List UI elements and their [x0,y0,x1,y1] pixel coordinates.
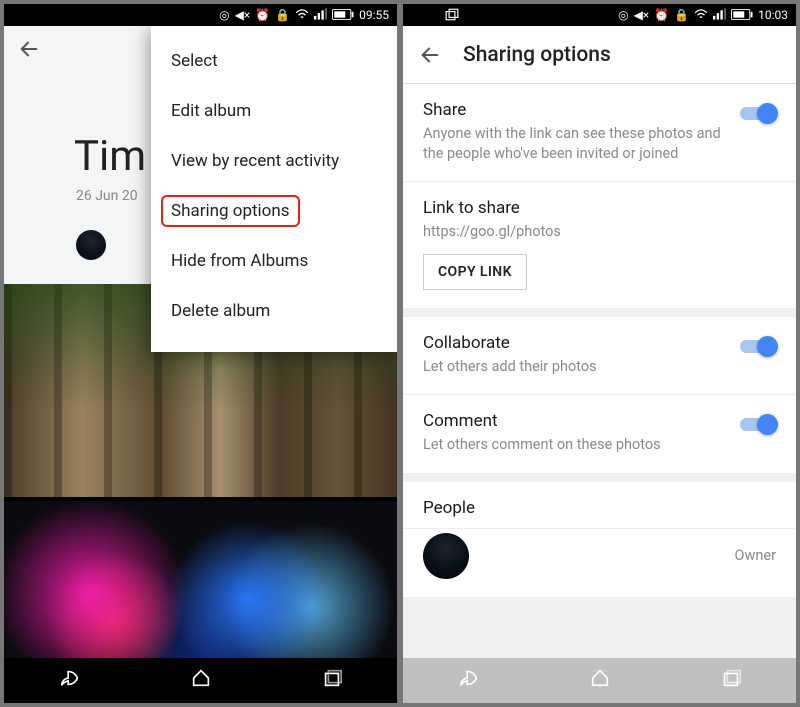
status-bar: ◎ ◀× ⏰ 🔒 10:03 [403,4,796,26]
signal-icon [713,8,726,22]
sync-icon: ◎ [618,9,628,21]
nav-home-icon[interactable] [589,667,611,694]
album-photo-pc[interactable] [4,501,397,658]
wifi-icon [295,8,309,22]
collaborate-toggle[interactable] [740,337,776,357]
wifi-icon [694,8,708,22]
menu-item-sharing-options[interactable]: Sharing options [151,186,397,236]
menu-item-view-recent[interactable]: View by recent activity [151,136,397,186]
back-button[interactable] [419,44,441,66]
nav-recent-icon[interactable] [720,667,742,694]
signal-icon [314,8,327,22]
status-clock: 10:03 [758,8,788,22]
comment-toggle[interactable] [740,415,776,435]
nav-back-icon[interactable] [59,667,81,694]
back-button[interactable] [18,38,40,60]
owner-role: Owner [735,547,776,564]
volume-mute-icon: ◀× [634,9,650,21]
link-url: https://goo.gl/photos [423,222,776,242]
link-section: Link to share https://goo.gl/photos COPY… [403,182,796,309]
album-title: Tim [74,132,146,181]
tabs-icon [445,8,459,23]
share-toggle[interactable] [740,104,776,124]
sharing-options-screen: Sharing options Share Anyone with the li… [403,26,796,658]
sync-icon: ◎ [219,9,229,21]
people-section: People [403,482,796,529]
system-nav [403,658,796,703]
volume-mute-icon: ◀× [235,9,251,21]
nav-home-icon[interactable] [190,667,212,694]
people-title: People [423,498,776,518]
album-avatar[interactable] [76,230,106,260]
album-date: 26 Jun 20 [76,188,138,204]
battery-icon [731,9,753,22]
comment-desc: Let others comment on these photos [423,435,726,455]
menu-item-delete-album[interactable]: Delete album [151,286,397,336]
comment-section[interactable]: Comment Let others comment on these phot… [403,395,796,474]
status-clock: 09:55 [359,8,389,22]
comment-title: Comment [423,411,726,431]
collaborate-section[interactable]: Collaborate Let others add their photos [403,317,796,396]
page-title: Sharing options [463,43,611,67]
menu-item-hide-from-albums[interactable]: Hide from Albums [151,236,397,286]
collaborate-title: Collaborate [423,333,726,353]
app-bar: Sharing options [403,26,796,84]
overflow-menu: Select Edit album View by recent activit… [151,26,397,352]
lock-icon: 🔒 [674,9,689,21]
menu-item-select[interactable]: Select [151,36,397,86]
album-view: Tim 26 Jun 20 Select Edit album View by … [4,26,397,658]
alarm-icon: ⏰ [654,9,669,21]
owner-row[interactable]: Owner [403,529,796,597]
status-bar: ◎ ◀× ⏰ 🔒 09:55 [4,4,397,26]
nav-recent-icon[interactable] [321,667,343,694]
share-section[interactable]: Share Anyone with the link can see these… [403,84,796,182]
menu-item-edit-album[interactable]: Edit album [151,86,397,136]
battery-icon [332,9,354,22]
alarm-icon: ⏰ [255,9,270,21]
share-title: Share [423,100,726,120]
collaborate-desc: Let others add their photos [423,357,726,377]
lock-icon: 🔒 [275,9,290,21]
system-nav [4,658,397,703]
copy-link-button[interactable]: COPY LINK [423,254,527,290]
phone-right: ◎ ◀× ⏰ 🔒 10:03 Sharing options Share Any… [403,4,796,703]
nav-back-icon[interactable] [458,667,480,694]
share-desc: Anyone with the link can see these photo… [423,124,726,163]
link-title: Link to share [423,198,776,218]
owner-avatar [423,533,469,579]
phone-left: ◎ ◀× ⏰ 🔒 09:55 Tim 26 Jun 20 Select Edit… [4,4,397,703]
